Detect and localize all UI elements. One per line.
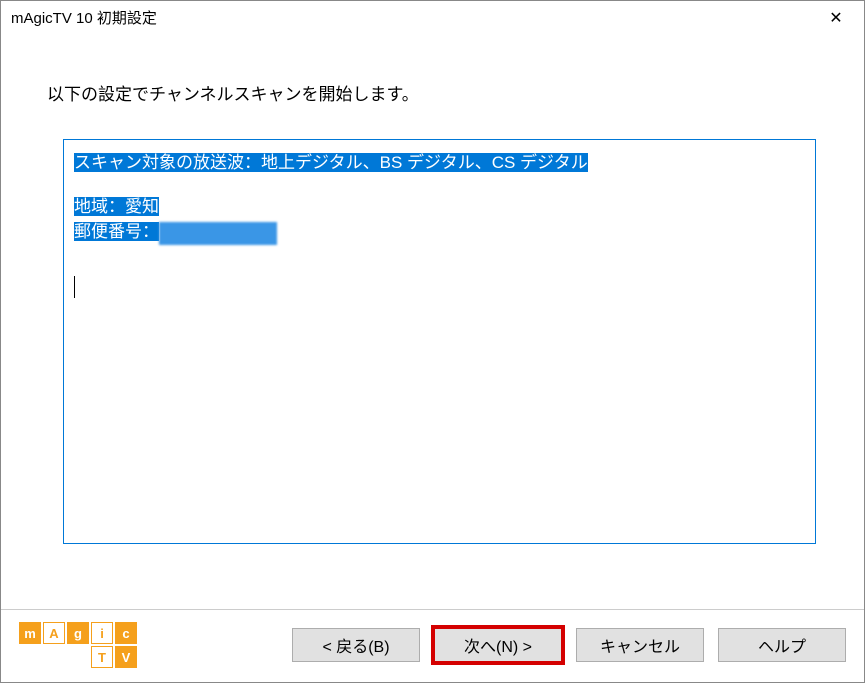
logo-tile: c — [115, 622, 137, 644]
logo-tile: g — [67, 622, 89, 644]
window-title: mAgicTV 10 初期設定 — [11, 7, 157, 28]
logo-tile: A — [43, 622, 65, 644]
instruction-text: 以下の設定でチャンネルスキャンを開始します。 — [47, 80, 824, 105]
postal-value-redacted — [159, 222, 277, 245]
next-button[interactable]: 次へ(N) > — [434, 628, 562, 662]
settings-textarea[interactable]: スキャン対象の放送波：地上デジタル、BS デジタル、CS デジタル 地域：愛知 … — [63, 139, 816, 544]
content-area: 以下の設定でチャンネルスキャンを開始します。 スキャン対象の放送波：地上デジタル… — [1, 32, 864, 544]
scan-target-line: スキャン対象の放送波：地上デジタル、BS デジタル、CS デジタル — [74, 153, 588, 172]
help-button[interactable]: ヘルプ — [718, 628, 846, 662]
logo-tile: V — [115, 646, 137, 668]
button-row: < 戻る(B) 次へ(N) > キャンセル ヘルプ — [292, 628, 846, 662]
logo-tile: T — [91, 646, 113, 668]
postal-prefix: 郵便番号： — [74, 222, 159, 241]
region-line: 地域：愛知 — [74, 197, 159, 216]
logo-tile: i — [91, 622, 113, 644]
magictv-logo: m A g i c T V — [19, 622, 137, 668]
footer: m A g i c T V < 戻る(B) 次へ(N) > キャンセル ヘルプ — [1, 609, 864, 682]
close-icon[interactable]: ✕ — [820, 8, 852, 28]
text-cursor — [74, 276, 75, 298]
back-button[interactable]: < 戻る(B) — [292, 628, 420, 662]
titlebar: mAgicTV 10 初期設定 ✕ — [1, 1, 864, 32]
cancel-button[interactable]: キャンセル — [576, 628, 704, 662]
logo-tile: m — [19, 622, 41, 644]
